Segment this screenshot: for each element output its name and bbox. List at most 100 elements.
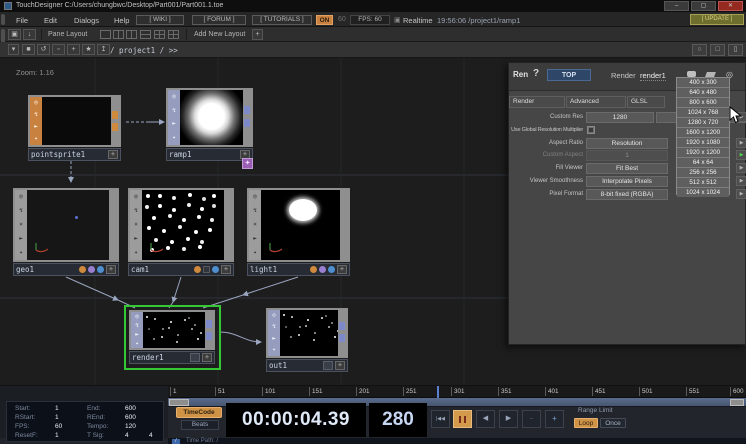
node-viewer[interactable]: [27, 190, 109, 260]
op-name-link[interactable]: render1: [640, 71, 666, 81]
box-icon[interactable]: ▫: [52, 44, 65, 55]
bypass-flag-icon[interactable]: ×: [253, 222, 257, 228]
custom-aspect-field[interactable]: 1: [586, 150, 668, 161]
flash-flag-icon[interactable]: ↯: [172, 108, 176, 114]
output-connector[interactable]: [339, 334, 345, 342]
menu-item-resolution[interactable]: 400 x 300: [677, 78, 729, 88]
jump-start-button[interactable]: |◀◀: [431, 410, 450, 428]
timeline-ruler[interactable]: 1 51 101 151 201 251 301 351 401 451 501…: [168, 386, 746, 398]
pick-flag-icon[interactable]: ✦: [135, 341, 139, 347]
node-flag-column[interactable]: ◎ ↯ ► ✦: [131, 312, 143, 348]
pickable-flag-dot[interactable]: [88, 266, 95, 273]
node-viewer[interactable]: [142, 190, 224, 260]
node-name-bar[interactable]: light1 +: [247, 263, 350, 276]
step-forward-button[interactable]: +: [545, 410, 564, 428]
node-out1[interactable]: ⊘ ↯ ► ✦ out1 +: [266, 308, 348, 372]
loop-button[interactable]: Loop: [574, 418, 598, 428]
layout-preset-2[interactable]: [113, 30, 124, 39]
output-connector[interactable]: [244, 106, 250, 114]
node-name-bar[interactable]: out1 +: [266, 359, 348, 372]
pick-flag-icon[interactable]: ✦: [19, 250, 23, 256]
power-on-toggle[interactable]: ON: [316, 15, 333, 25]
play-reverse-button[interactable]: ◀: [476, 410, 495, 428]
pane-bar-icon[interactable]: ▯: [728, 44, 743, 56]
display-flag-dot[interactable]: [97, 266, 104, 273]
range-handle-left[interactable]: [169, 399, 189, 406]
layout-preset-6[interactable]: [168, 30, 179, 39]
input-flag-icon[interactable]: ►: [135, 332, 139, 338]
expand-plus-icon[interactable]: +: [108, 150, 118, 159]
node-geo1[interactable]: ◎ ↯ × ► ✦ geo1: [13, 188, 119, 276]
aspect-menu-arrow[interactable]: ▶: [736, 138, 746, 148]
minimize-button[interactable]: –: [664, 1, 689, 11]
menu-help[interactable]: Help: [114, 16, 129, 25]
render-flag-dot[interactable]: [310, 266, 317, 273]
star-icon[interactable]: ★: [82, 44, 95, 55]
pixel-menu-arrow[interactable]: ▶: [736, 189, 746, 199]
forum-button[interactable]: [ FORUM ]: [192, 15, 246, 25]
tutorials-button[interactable]: [ TUTORIALS ]: [252, 15, 312, 25]
viewer-flag-icon[interactable]: ◎: [34, 100, 38, 106]
menu-item-resolution[interactable]: 1600 x 1200: [677, 128, 729, 138]
output-connector[interactable]: [244, 119, 250, 127]
fill-menu-arrow[interactable]: ▶: [736, 163, 746, 173]
setting-value[interactable]: 600: [125, 405, 136, 412]
pane-square-icon[interactable]: □: [710, 44, 725, 56]
setting-value[interactable]: 1: [55, 414, 59, 421]
node-ramp1[interactable]: ◎ ↯ ► ✦ ramp1 +: [166, 88, 253, 161]
close-button[interactable]: ✕: [718, 1, 743, 11]
setting-value[interactable]: 600: [125, 414, 136, 421]
output-connector[interactable]: [206, 332, 212, 340]
tab-glsl[interactable]: GLSL: [627, 96, 665, 108]
layout-preset-3[interactable]: [126, 30, 137, 39]
flash-flag-icon[interactable]: ↯: [272, 324, 276, 330]
menu-item-resolution[interactable]: 1920 x 1080: [677, 138, 729, 148]
node-name-bar[interactable]: ramp1 +: [166, 148, 253, 161]
expand-plus-icon[interactable]: +: [221, 265, 231, 274]
refresh-icon[interactable]: ↺: [37, 44, 50, 55]
setting-value[interactable]: 120: [125, 423, 136, 430]
frame-display[interactable]: 280: [369, 403, 427, 437]
setting-value[interactable]: 4: [125, 432, 129, 439]
node-flag-column[interactable]: ◎ ↯ × ► ✦: [15, 190, 27, 260]
op-family-button[interactable]: TOP: [547, 69, 591, 81]
node-flag-column[interactable]: ◎ ↯ ► ✦: [168, 90, 180, 145]
beats-mode-button[interactable]: Beats: [181, 420, 219, 430]
slash-icon[interactable]: /: [172, 439, 180, 444]
node-pointsprite1[interactable]: ◎ ↯ ► ✦ pointsprite1 +: [28, 95, 121, 161]
menu-item-resolution[interactable]: 256 x 256: [677, 168, 729, 178]
multiplier-checkbox[interactable]: [587, 126, 595, 134]
pick-flag-icon[interactable]: ✦: [134, 250, 138, 256]
setting-value[interactable]: 1: [55, 432, 59, 439]
node-viewer[interactable]: [42, 97, 111, 145]
realtime-toggle[interactable]: Realtime: [403, 16, 433, 25]
node-name-bar[interactable]: pointsprite1 +: [28, 148, 121, 161]
viewer-flag-icon[interactable]: ◎: [172, 94, 176, 100]
breadcrumb[interactable]: / project1 / >>: [110, 46, 178, 55]
menu-file[interactable]: File: [16, 16, 28, 25]
node-viewer[interactable]: [143, 312, 205, 348]
pixel-format-dropdown[interactable]: 8-bit fixed (RGBA): [586, 189, 668, 200]
display-flag-dot[interactable]: [212, 266, 219, 273]
export-arrow-icon[interactable]: ▶: [736, 150, 746, 160]
expand-plus-icon[interactable]: +: [106, 265, 116, 274]
node-flag-column[interactable]: ⊘ ↯ ► ✦: [268, 310, 280, 356]
pickable-flag-dot[interactable]: [203, 266, 210, 273]
node-viewer[interactable]: [180, 90, 243, 145]
smoothness-menu-arrow[interactable]: ▶: [736, 176, 746, 186]
maximize-button[interactable]: ▢: [691, 1, 716, 11]
output-connector[interactable]: [112, 123, 118, 131]
input-flag-icon[interactable]: ►: [272, 336, 276, 342]
menu-item-resolution[interactable]: 1920 x 1200: [677, 148, 729, 158]
menu-item-resolution[interactable]: 800 x 600: [677, 98, 729, 108]
menu-item-resolution[interactable]: 64 x 64: [677, 158, 729, 168]
drag-handle[interactable]: [1, 14, 5, 25]
bypass-flag-icon[interactable]: ×: [134, 222, 138, 228]
play-forward-button[interactable]: ▶: [499, 410, 518, 428]
expand-plus-icon[interactable]: +: [335, 361, 345, 370]
viewer-flag-icon[interactable]: ◎: [253, 194, 257, 200]
step-back-button[interactable]: –: [522, 410, 541, 428]
layout-preset-1[interactable]: [100, 30, 111, 39]
render-flag-dot[interactable]: [194, 266, 201, 273]
help-icon[interactable]: ?: [533, 68, 539, 79]
